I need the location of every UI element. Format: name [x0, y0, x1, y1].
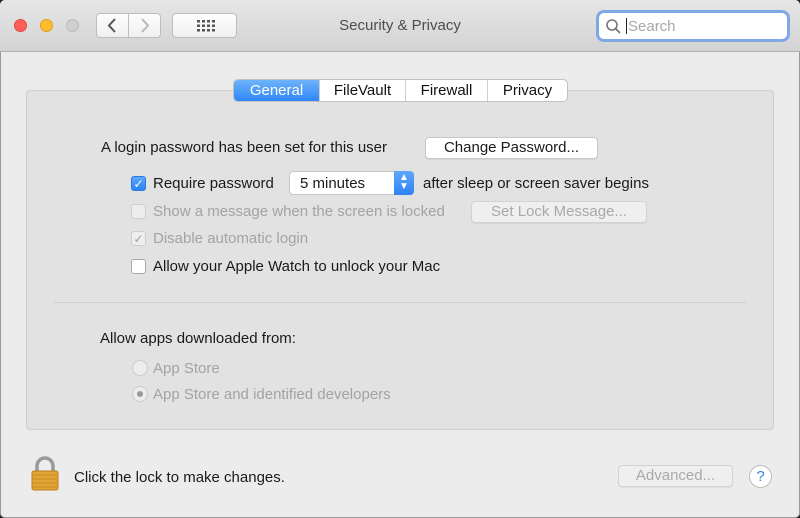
set-lock-message-button[interactable]: Set Lock Message...: [471, 201, 647, 223]
checkmark-icon: ✓: [133, 232, 144, 246]
radio-identified-developers[interactable]: [132, 386, 148, 402]
tab-bar: General FileVault Firewall Privacy: [233, 79, 568, 102]
checkmark-icon: ✓: [133, 177, 144, 191]
text-caret: [626, 18, 627, 34]
lock-status-text: Click the lock to make changes.: [74, 469, 285, 486]
change-password-button[interactable]: Change Password...: [425, 137, 598, 159]
preferences-window: Security & Privacy General FileVault Fir…: [0, 0, 800, 518]
grid-icon: [197, 20, 215, 32]
show-message-checkbox[interactable]: [131, 204, 146, 219]
advanced-button[interactable]: Advanced...: [618, 465, 733, 487]
help-button[interactable]: ?: [749, 465, 772, 488]
search-box[interactable]: [596, 10, 790, 42]
chevron-left-icon: [107, 18, 116, 33]
tab-firewall[interactable]: Firewall: [406, 80, 488, 101]
minimize-button[interactable]: [40, 19, 53, 32]
chevron-right-icon: [141, 18, 150, 33]
search-input[interactable]: [628, 16, 778, 36]
login-password-text: A login password has been set for this u…: [101, 139, 387, 156]
forward-button[interactable]: [128, 13, 161, 38]
require-password-suffix: after sleep or screen saver begins: [423, 175, 649, 192]
tab-label: Privacy: [502, 82, 553, 99]
apple-watch-checkbox[interactable]: [131, 259, 146, 274]
radio-identified-developers-label: App Store and identified developers: [153, 386, 391, 403]
radio-app-store-label: App Store: [153, 360, 220, 377]
tab-label: Firewall: [420, 82, 473, 99]
disable-auto-login-checkbox[interactable]: ✓: [131, 231, 146, 246]
show-all-button[interactable]: [172, 13, 237, 38]
radio-dot: [137, 391, 143, 397]
tab-general[interactable]: General: [234, 80, 320, 101]
require-password-delay-select[interactable]: 5 minutes ▲ ▼: [289, 171, 414, 195]
help-icon: ?: [756, 468, 765, 485]
lock-icon: [31, 456, 59, 491]
section-divider: [54, 302, 746, 303]
delay-value: 5 minutes: [300, 175, 366, 192]
disable-auto-login-label: Disable automatic login: [153, 230, 309, 247]
apple-watch-label: Allow your Apple Watch to unlock your Ma…: [153, 258, 441, 275]
show-message-label: Show a message when the screen is locked: [153, 203, 445, 220]
downloads-heading: Allow apps downloaded from:: [100, 330, 296, 347]
search-icon: [606, 19, 621, 34]
tab-label: FileVault: [333, 82, 392, 99]
radio-app-store[interactable]: [132, 360, 148, 376]
window-title: Security & Privacy: [339, 17, 461, 34]
tab-filevault[interactable]: FileVault: [320, 80, 406, 101]
zoom-button[interactable]: [66, 19, 79, 32]
close-button[interactable]: [14, 19, 27, 32]
lock-button[interactable]: [30, 456, 60, 492]
require-password-label: Require password: [153, 175, 274, 192]
tab-label: General: [249, 82, 304, 99]
require-password-checkbox[interactable]: ✓: [131, 176, 146, 191]
tab-privacy[interactable]: Privacy: [488, 80, 567, 101]
title-bar: Security & Privacy: [0, 0, 800, 52]
stepper-arrows-icon: ▲ ▼: [394, 171, 414, 195]
back-button[interactable]: [96, 13, 129, 38]
